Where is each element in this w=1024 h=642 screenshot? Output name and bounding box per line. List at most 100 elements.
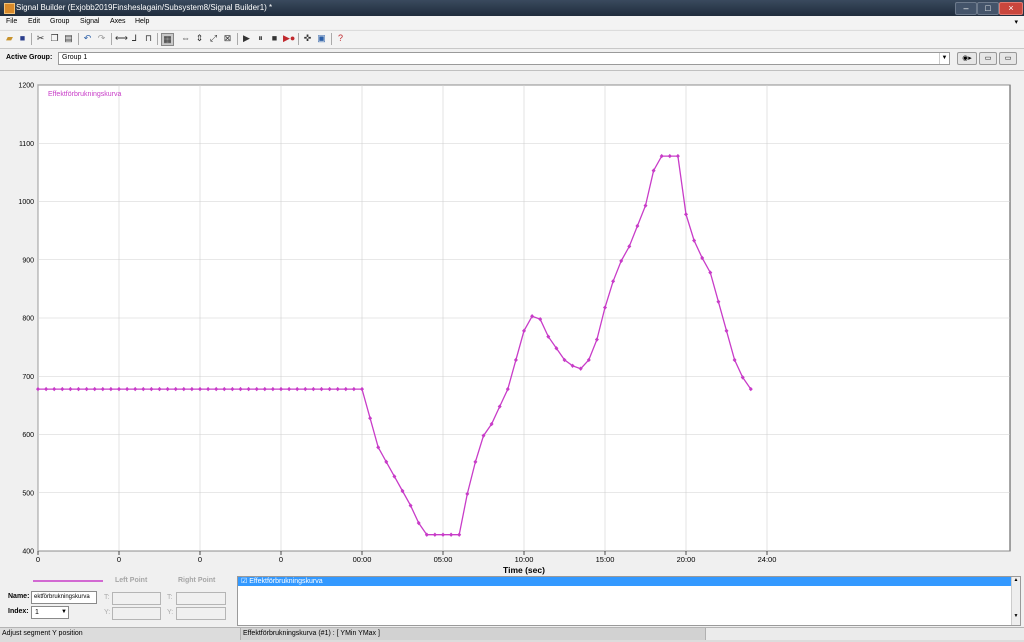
right-point-t-label: T: [167, 594, 173, 601]
toolbar-separator [111, 33, 112, 45]
signal-index-select[interactable]: 1 ▼ [31, 606, 69, 619]
stop-icon[interactable]: ■ [269, 33, 280, 44]
signal-list-item[interactable]: ☑ Effektförbrukningskurva [238, 577, 1013, 586]
pause-icon[interactable]: ⏸ [255, 33, 266, 44]
signal-list-scrollbar[interactable]: ▲ ▼ [1011, 577, 1020, 625]
full-view-icon[interactable]: ⊠ [222, 33, 233, 44]
toolbar-separator [157, 33, 158, 45]
y-tick-label: 500 [22, 490, 34, 497]
x-tick-label: 20:00 [677, 555, 696, 564]
status-bar: Adjust segment Y position Effektförbrukn… [0, 627, 1024, 642]
left-point-y-field[interactable] [112, 607, 161, 620]
layout-button-1[interactable]: ▭ [979, 52, 997, 65]
right-point-y-field[interactable] [176, 607, 226, 620]
x-tick-labels: 0 0 0 0 00:00 05:00 10:00 15:00 20:00 24:00 [36, 551, 776, 564]
save-icon[interactable]: ■ [17, 33, 28, 44]
pulse-icon[interactable]: ⊓ [143, 33, 154, 44]
grid-select-icon[interactable]: ▦ [161, 33, 174, 46]
window-title: Signal Builder (Exjobb2019Finsheslagain/… [16, 3, 273, 12]
menu-signal[interactable]: Signal [80, 18, 99, 25]
chevron-down-icon[interactable]: ▼ [939, 53, 949, 64]
toolbar-separator [237, 33, 238, 45]
x-tick-label: 0 [198, 555, 202, 564]
copy-icon[interactable]: ❐ [49, 33, 60, 44]
x-tick-label: 10:00 [515, 555, 534, 564]
y-tick-label: 1200 [18, 83, 34, 90]
layout-button-2[interactable]: ▭ [999, 52, 1017, 65]
menu-file[interactable]: File [6, 18, 17, 25]
signal-legend-label: Effektförbrukningskurva [48, 91, 122, 98]
signal-line-sample [33, 580, 103, 582]
record-icon[interactable]: ▶● [283, 33, 295, 44]
y-tick-label: 800 [22, 316, 34, 323]
zoom-y-icon[interactable]: ⇕ [194, 33, 205, 44]
right-point-t-field[interactable] [176, 592, 226, 605]
maximize-button[interactable]: □ [977, 2, 999, 15]
x-axis-label: Time (sec) [503, 565, 545, 575]
x-tick-label: 24:00 [758, 555, 777, 564]
show-block-icon[interactable]: ▣ [316, 33, 327, 44]
status-empty-pane [705, 628, 1024, 640]
active-group-label: Active Group: [6, 54, 53, 61]
signal-properties-panel: Left Point Right Point Name: ektförbrukn… [0, 575, 1024, 627]
open-icon[interactable]: ▰ [4, 33, 15, 44]
x-tick-label: 15:00 [596, 555, 615, 564]
zoom-xy-icon[interactable]: ⤢ [208, 33, 219, 44]
left-point-t-field[interactable] [112, 592, 161, 605]
title-bar: Signal Builder (Exjobb2019Finsheslagain/… [0, 0, 1024, 16]
active-group-select[interactable]: Group 1 ▼ [58, 52, 950, 65]
y-tick-label: 600 [22, 432, 34, 439]
status-message: Adjust segment Y position [2, 630, 83, 637]
x-tick-label: 0 [36, 555, 40, 564]
menu-axes[interactable]: Axes [110, 18, 126, 25]
line-icon[interactable]: ⟷ [115, 33, 128, 44]
redo-icon[interactable]: ↷ [96, 33, 107, 44]
active-group-bar: Active Group: Group 1 ▼ ◉▸ ▭ ▭ [0, 49, 1024, 69]
status-signal-info: Effektförbrukningskurva (#1) : [ YMin YM… [240, 628, 705, 640]
toolbar-separator [298, 33, 299, 45]
menubar-overflow-icon[interactable]: ▾ [1014, 18, 1018, 26]
toolbar-separator [331, 33, 332, 45]
group-menu-button[interactable]: ◉▸ [957, 52, 977, 65]
y-tick-label: 1100 [19, 141, 34, 148]
paste-icon[interactable]: ▤ [63, 33, 74, 44]
y-tick-label: 400 [22, 549, 34, 556]
toolbar-separator [31, 33, 32, 45]
menu-edit[interactable]: Edit [28, 18, 40, 25]
y-tick-labels: 400 500 600 700 800 900 1000 1100 1200 [18, 83, 34, 556]
chevron-down-icon[interactable]: ▼ [60, 607, 68, 618]
cut-icon[interactable]: ✂ [35, 33, 46, 44]
zoom-x-icon[interactable]: ⇔ [180, 33, 191, 44]
menu-help[interactable]: Help [135, 18, 149, 25]
toolbar-separator [78, 33, 79, 45]
y-tick-label: 1000 [18, 199, 34, 206]
left-point-t-label: T: [104, 594, 110, 601]
minimize-button[interactable]: – [955, 2, 977, 15]
help-icon[interactable]: ? [335, 33, 346, 44]
signal-plot-area[interactable]: 0 0 0 0 00:00 05:00 10:00 15:00 20:00 24:00 400 50… [0, 70, 1024, 578]
index-label: Index: [8, 608, 29, 615]
toolbar: ▰ ■ ✂ ❐ ▤ ↶ ↷ ⟷ ⅃ ⊓ ▦ ⇔ ⇕ ⤢ ⊠ ▶ ⏸ ■ ▶● ✜… [0, 30, 1024, 49]
left-point-y-label: Y: [104, 609, 111, 616]
signal-index-value: 1 [35, 609, 39, 616]
step-up-icon[interactable]: ⅃ [129, 33, 140, 44]
name-label: Name: [8, 593, 30, 600]
signal-chart[interactable]: 0 0 0 0 00:00 05:00 10:00 15:00 20:00 24:00 400 50… [0, 71, 1024, 576]
signal-name-input[interactable]: ektförbrukningskurva [31, 591, 97, 604]
undo-icon[interactable]: ↶ [82, 33, 93, 44]
right-point-y-label: Y: [167, 609, 174, 616]
move-icon[interactable]: ✜ [302, 33, 313, 44]
y-tick-label: 700 [22, 374, 34, 381]
play-icon[interactable]: ▶ [241, 33, 252, 44]
x-tick-label: 00:00 [353, 555, 372, 564]
active-group-value: Group 1 [62, 54, 88, 61]
x-tick-label: 05:00 [434, 555, 453, 564]
signal-list[interactable]: ☑ Effektförbrukningskurva ▲ ▼ [237, 576, 1021, 626]
y-tick-label: 900 [22, 257, 34, 264]
x-tick-label: 0 [117, 555, 121, 564]
x-tick-label: 0 [279, 555, 283, 564]
right-point-label: Right Point [178, 577, 216, 584]
menu-group[interactable]: Group [50, 18, 69, 25]
app-icon [4, 3, 15, 14]
close-button[interactable]: × [999, 2, 1023, 15]
